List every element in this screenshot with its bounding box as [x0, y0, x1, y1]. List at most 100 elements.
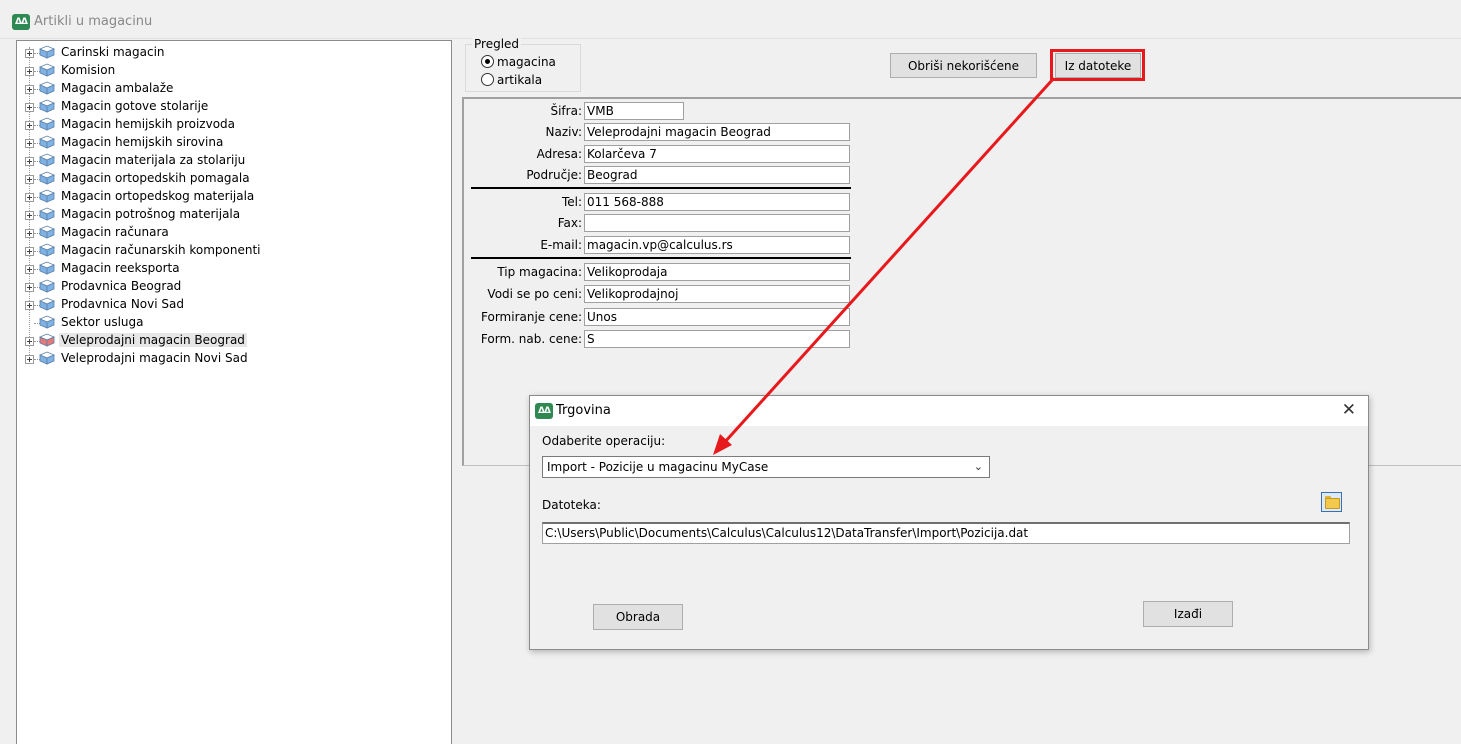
expand-plus-icon[interactable]	[25, 121, 34, 130]
chevron-down-icon: ⌄	[973, 460, 983, 473]
operation-select-value: Import - Pozicije u magacinu MyCase	[547, 460, 769, 474]
folder-icon	[1325, 498, 1340, 509]
tree-item[interactable]: Carinski magacin	[17, 43, 437, 61]
app-logo-icon: ΔΔ	[12, 14, 30, 30]
expand-plus-icon[interactable]	[25, 265, 34, 274]
expand-plus-icon[interactable]	[25, 175, 34, 184]
vodi-se-po-ceni-field[interactable]: Velikoprodajnoj	[584, 285, 850, 303]
highlight-box	[1050, 49, 1145, 81]
file-label: Datoteka:	[542, 498, 601, 512]
dialog-titlebar: ΔΔ Trgovina ✕	[530, 396, 1368, 426]
email-field[interactable]: magacin.vp@calculus.rs	[584, 236, 850, 254]
tree-item[interactable]: Magacin potrošnog materijala	[17, 205, 437, 223]
tree-item[interactable]: Prodavnica Novi Sad	[17, 295, 437, 313]
tree-item[interactable]: Magacin ambalaže	[17, 79, 437, 97]
warehouse-cube-icon	[39, 63, 55, 77]
app-logo-icon: ΔΔ	[535, 403, 553, 419]
section-separator	[471, 257, 851, 259]
izadji-button[interactable]: Izađi	[1143, 601, 1233, 627]
tree-item-label: Carinski magacin	[61, 45, 165, 59]
warehouse-cube-icon	[39, 315, 55, 329]
tree-item-label: Magacin računarskih komponenti	[61, 243, 261, 257]
warehouse-tree[interactable]: Carinski magacin Komision Magacin ambalaže…	[16, 40, 452, 744]
section-separator	[471, 187, 851, 189]
podrucje-field[interactable]: Beograd	[584, 166, 850, 184]
file-path-field[interactable]: C:\Users\Public\Documents\Calculus\Calcu…	[542, 522, 1350, 544]
tree-item-label: Veleprodajni magacin Beograd	[59, 333, 247, 347]
radio-artikala[interactable]	[481, 73, 494, 86]
sifra-field[interactable]: VMB	[584, 102, 684, 120]
expand-plus-icon[interactable]	[25, 211, 34, 220]
radio-artikala-label[interactable]: artikala	[497, 73, 542, 87]
expand-plus-icon[interactable]	[25, 49, 34, 58]
sifra-label: Šifra:	[550, 104, 582, 118]
browse-folder-button[interactable]	[1321, 492, 1342, 512]
expand-plus-icon[interactable]	[25, 85, 34, 94]
operation-select[interactable]: Import - Pozicije u magacinu MyCase ⌄	[542, 456, 990, 478]
obrisi-nekoriscene-button[interactable]: Obriši nekorišćene	[890, 53, 1037, 78]
warehouse-cube-icon	[39, 225, 55, 239]
tree-item[interactable]: Sektor usluga	[17, 313, 437, 331]
form-nab-cene-field[interactable]: S	[584, 330, 850, 348]
expand-plus-icon[interactable]	[25, 355, 34, 364]
tree-item-label: Magacin materijala za stolariju	[61, 153, 246, 167]
adresa-label: Adresa:	[536, 147, 582, 161]
radio-magacina-label[interactable]: magacina	[497, 55, 556, 69]
expand-plus-icon[interactable]	[25, 247, 34, 256]
fax-label: Fax:	[557, 216, 582, 230]
tree-item[interactable]: Magacin računara	[17, 223, 437, 241]
warehouse-cube-icon	[39, 351, 55, 365]
fax-field[interactable]	[584, 214, 850, 232]
vodi-se-po-ceni-label: Vodi se po ceni:	[487, 287, 582, 301]
expand-plus-icon[interactable]	[25, 193, 34, 202]
tree-item[interactable]: Magacin ortopedskih pomagala	[17, 169, 437, 187]
warehouse-cube-icon	[39, 261, 55, 275]
tree-item[interactable]: Magacin ortopedskog materijala	[17, 187, 437, 205]
warehouse-cube-icon	[39, 45, 55, 59]
window-title: Artikli u magacinu	[34, 14, 153, 29]
tree-item[interactable]: Magacin hemijskih sirovina	[17, 133, 437, 151]
expand-plus-icon[interactable]	[25, 337, 34, 346]
tree-item[interactable]: Magacin hemijskih proizvoda	[17, 115, 437, 133]
pregled-title: Pregled	[472, 37, 522, 51]
window-titlebar: ΔΔ Artikli u magacinu	[0, 0, 1461, 39]
expand-plus-icon[interactable]	[25, 229, 34, 238]
tree-item[interactable]: Prodavnica Beograd	[17, 277, 437, 295]
tree-item[interactable]: Komision	[17, 61, 437, 79]
tel-label: Tel:	[561, 195, 582, 209]
tree-item-label: Magacin ambalaže	[61, 81, 174, 95]
tree-item[interactable]: Magacin računarskih komponenti	[17, 241, 437, 259]
formiranje-cene-field[interactable]: Unos	[584, 308, 850, 326]
tree-item[interactable]: Veleprodajni magacin Novi Sad	[17, 349, 437, 367]
tree-item[interactable]: Magacin materijala za stolariju	[17, 151, 437, 169]
obrada-button[interactable]: Obrada	[593, 604, 683, 630]
tree-item[interactable]: Magacin gotove stolarije	[17, 97, 437, 115]
radio-magacina[interactable]	[481, 55, 494, 68]
tree-item[interactable]: Magacin reeksporta	[17, 259, 437, 277]
tel-field[interactable]: 011 568-888	[584, 193, 850, 211]
close-icon[interactable]: ✕	[1342, 400, 1356, 420]
warehouse-cube-icon	[39, 171, 55, 185]
tree-item-label: Magacin gotove stolarije	[61, 99, 209, 113]
expand-plus-icon[interactable]	[25, 67, 34, 76]
trgovina-dialog: ΔΔ Trgovina ✕ Odaberite operaciju: Impor…	[529, 395, 1369, 650]
tree-item-label: Magacin računara	[61, 225, 169, 239]
adresa-field[interactable]: Kolarčeva 7	[584, 145, 850, 163]
warehouse-cube-icon	[39, 153, 55, 167]
expand-plus-icon[interactable]	[25, 139, 34, 148]
expand-plus-icon[interactable]	[25, 283, 34, 292]
warehouse-cube-icon	[39, 81, 55, 95]
naziv-field[interactable]: Veleprodajni magacin Beograd	[584, 123, 850, 141]
dialog-title: Trgovina	[556, 403, 611, 418]
tree-item-label: Komision	[61, 63, 116, 77]
tree-item[interactable]: Veleprodajni magacin Beograd	[17, 331, 437, 349]
tree-item-label: Magacin ortopedskog materijala	[61, 189, 255, 203]
warehouse-cube-icon	[39, 189, 55, 203]
expand-plus-icon[interactable]	[25, 103, 34, 112]
naziv-label: Naziv:	[545, 125, 582, 139]
tip-magacina-field[interactable]: Velikoprodaja	[584, 263, 850, 281]
podrucje-label: Područje:	[526, 168, 582, 182]
expand-plus-icon[interactable]	[25, 157, 34, 166]
expand-plus-icon[interactable]	[25, 301, 34, 310]
tree-item-label: Magacin hemijskih proizvoda	[61, 117, 236, 131]
